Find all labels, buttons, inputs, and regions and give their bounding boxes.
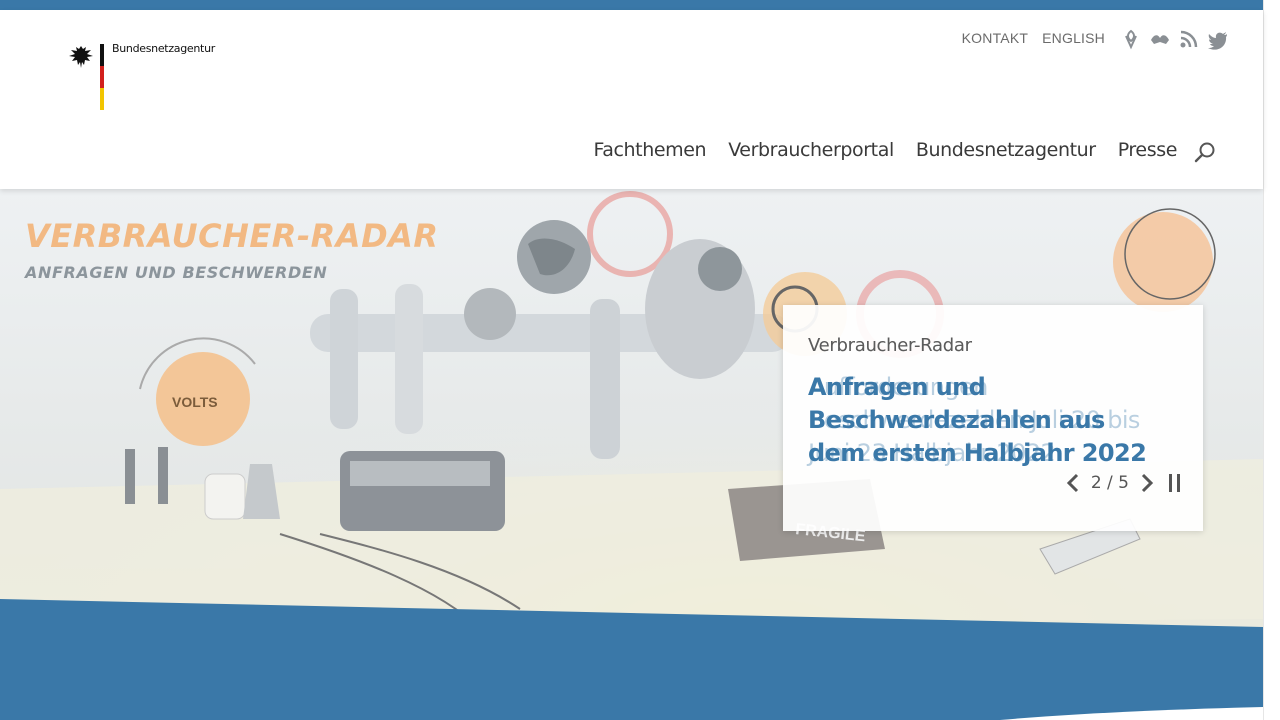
site-header: Bundesnetzagentur KONTAKT ENGLISH Fachth…	[0, 10, 1263, 189]
previous-slide-icon[interactable]	[1063, 471, 1083, 495]
gebaerdensprache-icon[interactable]	[1149, 28, 1171, 50]
scrollbar-track[interactable]	[1263, 0, 1280, 720]
search-icon[interactable]	[1193, 140, 1217, 164]
leichte-sprache-icon[interactable]	[1120, 28, 1142, 50]
verbraucher-radar-subtitle: ANFRAGEN UND BESCHWERDEN	[25, 263, 328, 282]
meta-nav-kontakt[interactable]: KONTAKT	[962, 30, 1028, 46]
federal-eagle-icon	[69, 46, 93, 68]
meta-navigation: KONTAKT ENGLISH	[962, 30, 1105, 46]
meta-nav-english[interactable]: ENGLISH	[1042, 30, 1105, 46]
nav-verbraucherportal[interactable]: Verbraucherportal	[728, 139, 894, 161]
twitter-icon[interactable]	[1207, 28, 1229, 50]
teaser-label: Verbraucher-Radar	[808, 335, 972, 356]
logo-text: Bundesnetzagentur	[112, 42, 215, 55]
slider-teaser-card[interactable]: Verbraucher-Radar Verbraucher-Radar Auff…	[783, 305, 1203, 531]
verbraucher-radar-title: VERBRAUCHER-RADAR	[25, 217, 439, 255]
teaser-headline-link[interactable]: Anfragen und Beschwerdezahlen aus dem er…	[808, 371, 1168, 470]
nav-presse[interactable]: Presse	[1118, 139, 1178, 161]
bundesnetzagentur-logo[interactable]: Bundesnetzagentur	[68, 42, 218, 114]
svg-text:VOLTS: VOLTS	[172, 394, 218, 410]
nav-bundesnetzagentur[interactable]: Bundesnetzagentur	[916, 139, 1096, 161]
main-navigation: Fachthemen Verbraucherportal Bundesnetza…	[593, 139, 1177, 161]
rss-icon[interactable]	[1178, 28, 1200, 50]
german-flag-bar	[100, 44, 104, 110]
accessibility-social-links	[1120, 28, 1229, 50]
nav-fachthemen[interactable]: Fachthemen	[593, 139, 706, 161]
next-slide-icon[interactable]	[1137, 471, 1157, 495]
pause-icon[interactable]	[1165, 471, 1185, 495]
top-accent-bar	[0, 0, 1263, 10]
slide-counter: 2 / 5	[1090, 473, 1129, 493]
hero-slider: VOLTS FRAGILE VERBRAUCHER-RADAR ANFRAGEN…	[0, 189, 1263, 720]
slider-controls: 2 / 5	[1063, 471, 1185, 495]
